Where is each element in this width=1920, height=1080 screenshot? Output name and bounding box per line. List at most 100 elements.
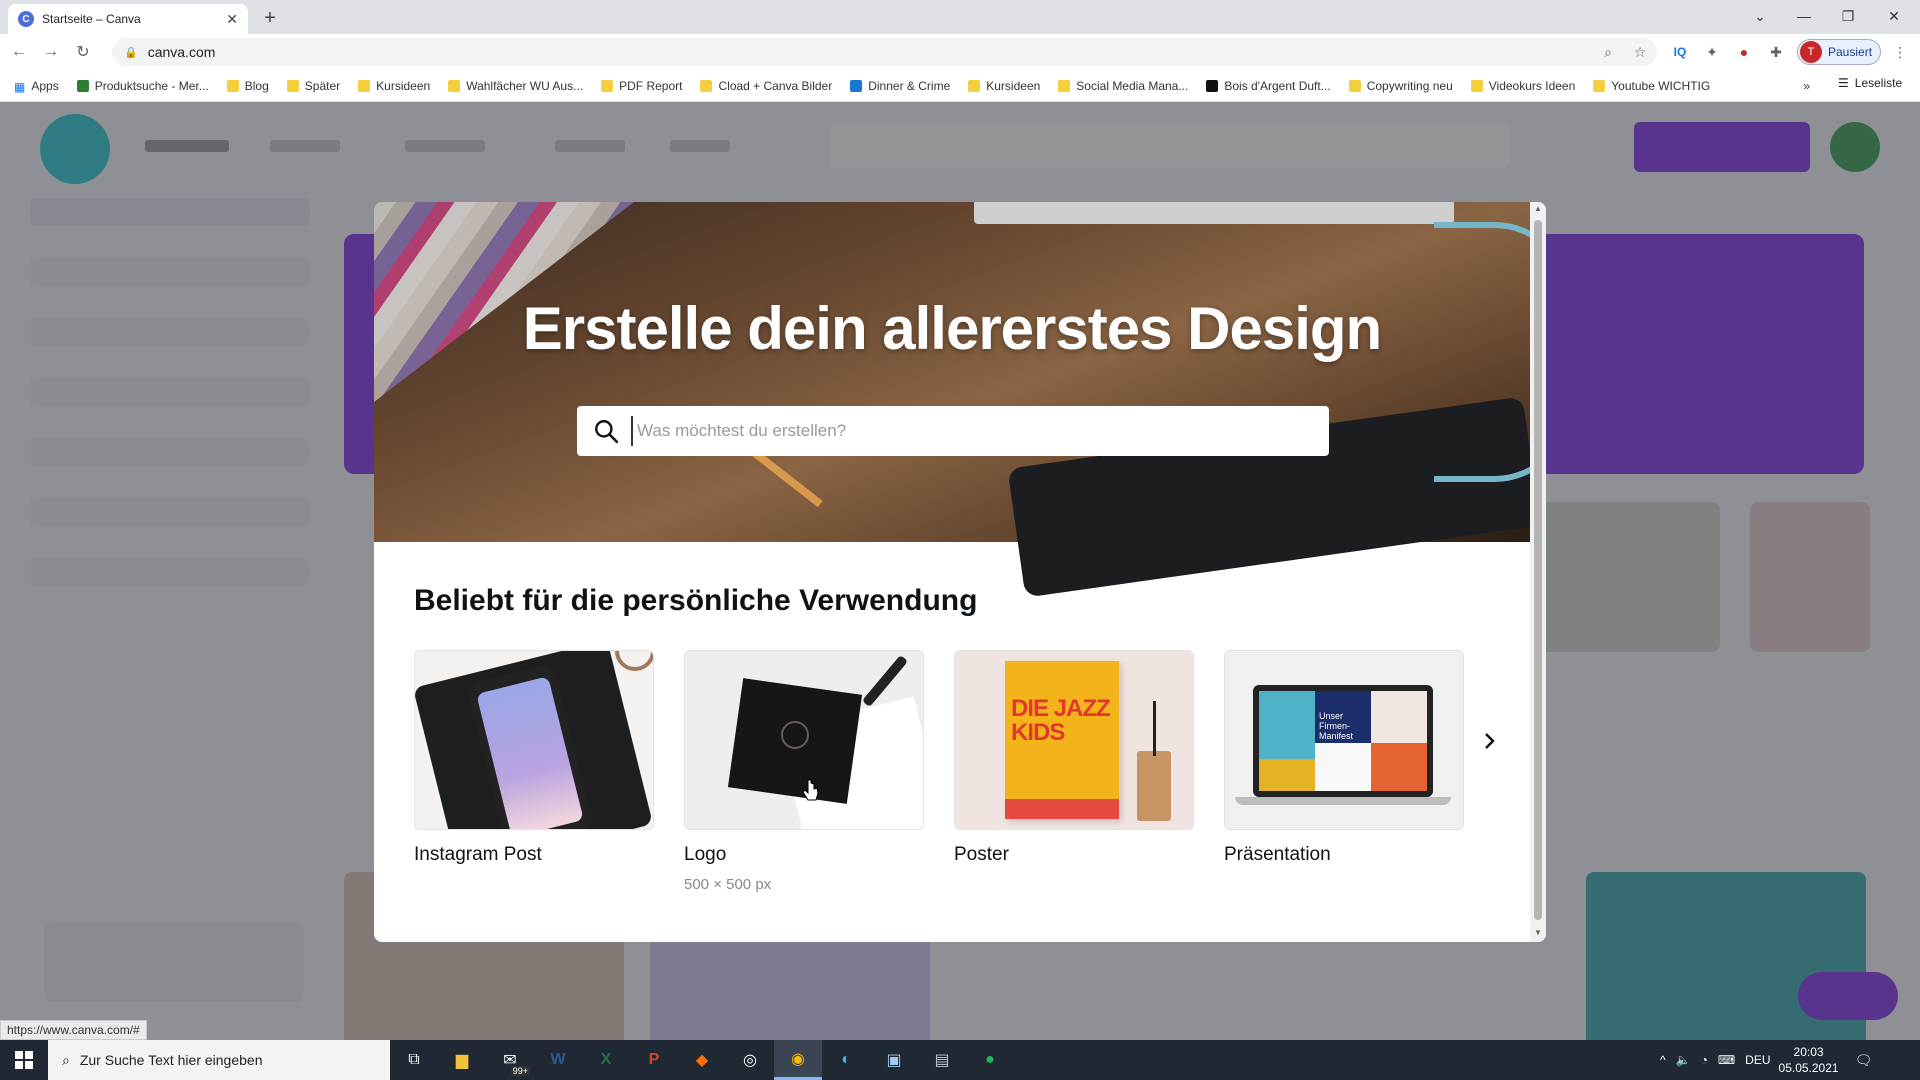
extension-iq-icon[interactable]: IQ	[1668, 40, 1692, 64]
bookmark-apps[interactable]: ▦ Apps	[14, 79, 59, 94]
profile-button[interactable]: T Pausiert	[1797, 39, 1881, 65]
file-explorer-icon[interactable]: ▆	[438, 1040, 486, 1080]
address-bar[interactable]: 🔒 canva.com	[112, 38, 1657, 66]
network-icon[interactable]: ◔	[1701, 1053, 1708, 1067]
show-hidden-icons-icon[interactable]: ^	[1660, 1053, 1666, 1067]
forward-icon[interactable]: →	[38, 39, 64, 65]
modal-scrollbar[interactable]: ▲ ▼	[1530, 202, 1546, 942]
scroll-down-icon[interactable]: ▼	[1534, 928, 1542, 937]
bookmark-label: Videokurs Ideen	[1488, 78, 1576, 93]
minimize-button[interactable]: —	[1786, 4, 1822, 28]
bookmark-label: Kursideen	[376, 78, 431, 93]
search-icon: ⌕	[62, 1051, 70, 1068]
bookmark-item[interactable]: Kursideen	[968, 79, 1040, 93]
close-tab-icon[interactable]: ✕	[226, 11, 238, 28]
word-icon[interactable]: W	[534, 1040, 582, 1080]
app-icon[interactable]: ▣	[870, 1040, 918, 1080]
zoom-icon[interactable]: ⌕	[1596, 40, 1620, 64]
bookmark-item[interactable]: Videokurs Ideen	[1470, 78, 1576, 93]
card-poster[interactable]: DIE JAZZ KIDS Poster	[954, 650, 1194, 866]
volume-icon[interactable]: 🔈	[1676, 1053, 1691, 1067]
notifications-icon[interactable]: 🗨	[1855, 1052, 1873, 1069]
mail-app-button[interactable]: ✉ 99+	[486, 1040, 534, 1080]
bookmark-star-icon[interactable]: ☆	[1628, 40, 1652, 64]
extensions-puzzle-icon[interactable]: ✚	[1764, 40, 1788, 64]
bookmarks-bar: ▦ Apps Produktsuche - Mer... Blog Später Kurs…	[0, 70, 1920, 102]
bookmark-item[interactable]: Dinner & Crime	[850, 79, 950, 93]
search-icon	[595, 420, 619, 444]
card-instagram-post[interactable]: Instagram Post	[414, 650, 654, 866]
close-window-button[interactable]: ✕	[1876, 4, 1912, 28]
reading-list-button[interactable]: ☰ Leseliste	[1838, 76, 1902, 90]
edge-icon[interactable]: ◐	[822, 1040, 870, 1080]
bookmark-item[interactable]: Wahlfächer WU Aus...	[448, 79, 583, 93]
taskbar-search[interactable]: ⌕ Zur Suche Text hier eingeben	[48, 1040, 390, 1080]
bookmark-item[interactable]: Produktsuche - Mer...	[76, 79, 209, 93]
extension-abp-icon[interactable]: ●	[1732, 40, 1756, 64]
card-label: Instagram Post	[414, 844, 542, 865]
scroll-up-icon[interactable]: ▲	[1534, 204, 1542, 213]
start-button[interactable]	[0, 1040, 48, 1080]
powerpoint-icon[interactable]: P	[630, 1040, 678, 1080]
folder-icon	[448, 79, 461, 92]
browser-tab-strip: C Startseite – Canva ✕ + ⌄ — ❐ ✕	[0, 0, 1920, 34]
bookmark-item[interactable]: Später	[286, 78, 341, 93]
scrollbar-thumb[interactable]	[1534, 220, 1542, 920]
tab-title: Startseite – Canva	[42, 12, 141, 26]
design-search-box[interactable]	[577, 406, 1329, 456]
app-icon[interactable]: ◆	[678, 1040, 726, 1080]
folder-icon	[1593, 79, 1606, 92]
folder-icon	[1348, 79, 1361, 92]
spotify-icon[interactable]: ●	[966, 1040, 1014, 1080]
folder-icon	[968, 79, 981, 92]
hero-image: Erstelle dein allererstes Design	[374, 202, 1546, 598]
design-search-input[interactable]	[631, 416, 1329, 446]
new-tab-button[interactable]: +	[258, 6, 282, 30]
bookmark-item[interactable]: Cload + Canva Bilder	[700, 79, 832, 93]
apps-grid-icon: ▦	[14, 79, 26, 94]
chrome-icon[interactable]: ◉	[774, 1040, 822, 1080]
folder-icon	[601, 79, 614, 92]
extension-pin-icon[interactable]: ✦	[1700, 40, 1724, 64]
cursor-icon	[803, 779, 819, 801]
bookmark-item[interactable]: Copywriting neu	[1348, 79, 1453, 93]
keyboard-icon[interactable]: ⌨	[1718, 1053, 1735, 1067]
bookmark-label: Cload + Canva Bilder	[718, 78, 833, 93]
bookmark-item[interactable]: Youtube WICHTIG	[1593, 79, 1710, 93]
folder-icon	[358, 79, 371, 92]
bookmark-favicon-icon	[76, 79, 89, 92]
reload-icon[interactable]: ↻	[70, 39, 96, 65]
clock-time: 20:03	[1793, 1045, 1824, 1059]
notification-badge: 99+	[510, 1066, 530, 1076]
section-title: Beliebt für die persönliche Verwendung	[414, 584, 978, 617]
card-logo[interactable]: Logo 500 × 500 px	[684, 650, 924, 893]
app-icon[interactable]: ▤	[918, 1040, 966, 1080]
bookmark-item[interactable]: Social Media Mana...	[1058, 79, 1188, 93]
more-bookmarks-icon[interactable]: »	[1803, 79, 1810, 93]
browser-menu-icon[interactable]: ⋮	[1888, 40, 1912, 64]
excel-icon[interactable]: X	[582, 1040, 630, 1080]
screenshot-app-icon[interactable]: ◎	[726, 1040, 774, 1080]
bookmark-item[interactable]: PDF Report	[601, 79, 682, 93]
logo-thumbnail	[684, 650, 924, 830]
taskbar-clock[interactable]: 20:03 05.05.2021	[1779, 1044, 1839, 1076]
onboarding-modal: Erstelle dein allererstes Design Beliebt…	[374, 202, 1546, 942]
poster-thumbnail: DIE JAZZ KIDS	[954, 650, 1194, 830]
card-label: Präsentation	[1224, 844, 1331, 865]
bookmark-item[interactable]: Bois d'Argent Duft...	[1206, 79, 1331, 93]
bookmark-item[interactable]: Kursideen	[358, 79, 430, 93]
back-icon[interactable]: ←	[6, 39, 32, 65]
clock-date: 05.05.2021	[1778, 1061, 1839, 1075]
restore-button[interactable]: ❐	[1830, 4, 1866, 28]
system-tray: ^ 🔈 ◔ ⌨ DEU 20:03 05.05.2021 🗨	[1660, 1040, 1872, 1080]
task-view-icon[interactable]: ⧉	[390, 1040, 438, 1080]
windows-taskbar: ⌕ Zur Suche Text hier eingeben ⧉ ▆ ✉ 99+…	[0, 1040, 1920, 1080]
carousel-next-button[interactable]	[1472, 724, 1506, 758]
tab-search-icon[interactable]: ⌄	[1742, 4, 1778, 28]
card-label: Logo	[684, 844, 727, 865]
language-indicator[interactable]: DEU	[1745, 1053, 1770, 1067]
browser-tab[interactable]: C Startseite – Canva ✕	[8, 4, 248, 34]
bookmark-item[interactable]: Blog	[226, 79, 269, 93]
bookmark-label: Später	[304, 78, 341, 93]
card-presentation[interactable]: Unser Firmen-Manifest Präsentation	[1224, 650, 1464, 866]
